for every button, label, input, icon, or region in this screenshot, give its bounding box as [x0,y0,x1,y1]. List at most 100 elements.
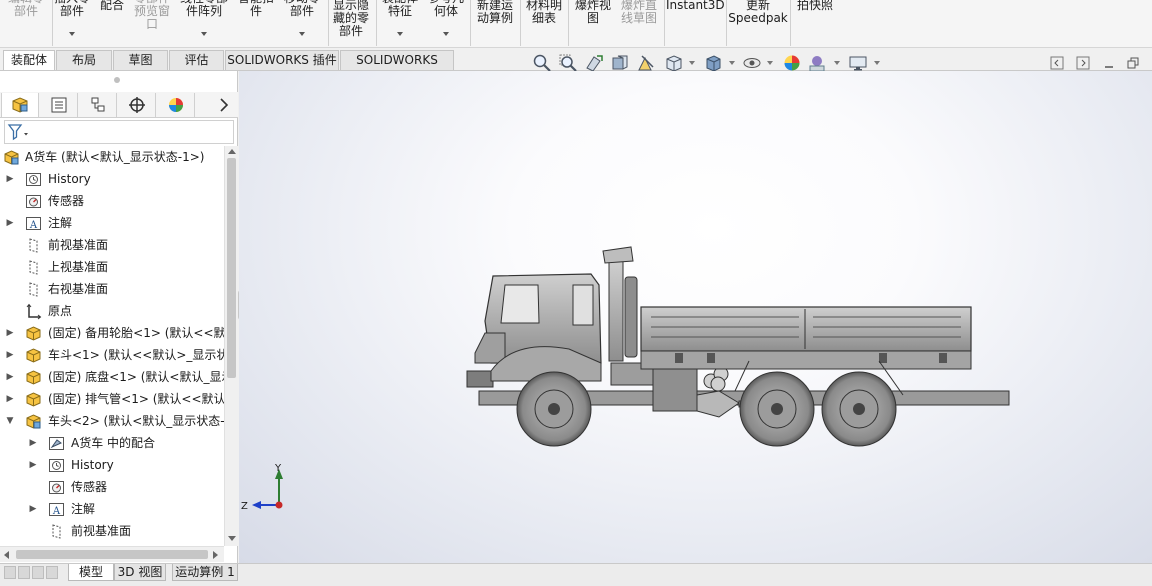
apply-scene-icon[interactable] [807,53,827,73]
tile-right-icon[interactable] [1076,56,1090,70]
tree-filter-bar[interactable] [4,120,234,144]
dynamic-annotation-views-icon[interactable] [636,53,656,73]
expand-arrow-icon[interactable]: ▶ [5,388,15,410]
tab-layout[interactable]: 布局 [56,50,112,70]
displaymanager-tab-icon[interactable] [157,93,195,117]
mate-button[interactable]: 配合 [96,0,128,12]
tab-motion-study-1[interactable]: 运动算例 1 [172,564,238,581]
tree-horizontal-scrollbar[interactable] [0,546,224,562]
tab-sketch[interactable]: 草图 [113,50,168,70]
view-orientation-icon[interactable] [664,53,684,73]
tab-assembly[interactable]: 装配体 [3,50,55,70]
explode-line-sketch-button[interactable]: 爆炸直 线草图 [616,0,662,25]
scroll-down-icon[interactable] [228,536,236,541]
previous-view-icon[interactable] [584,53,604,73]
update-speedpak-button[interactable]: 更新 Speedpak [728,0,788,25]
collapse-arrow-icon[interactable]: ▼ [5,410,15,432]
dropdown-arrow-icon[interactable] [834,61,840,65]
expand-arrow-icon[interactable]: ▶ [5,344,15,366]
tab-3d-views[interactable]: 3D 视图 [114,564,166,581]
scroll-up-icon[interactable] [228,149,236,154]
tree-vertical-scrollbar[interactable] [224,146,238,546]
dropdown-arrow-icon[interactable] [299,32,305,36]
tree-item-exhaust-pipe[interactable]: ▶ (固定) 排气管<1> (默认<<默认 [0,388,224,410]
expand-arrow-icon[interactable]: ▶ [28,498,38,520]
show-hidden-components-button[interactable]: 显示隐 藏的零 部件 [328,0,374,38]
view-settings-icon[interactable] [848,53,868,73]
propertymanager-tab-icon[interactable] [40,93,78,117]
minimize-icon[interactable] [1102,56,1116,70]
first-tab-icon[interactable] [4,566,16,579]
dropdown-arrow-icon[interactable] [729,61,735,65]
edit-component-button[interactable]: 编辑零 部件 [2,0,50,18]
tab-solidworks-addins[interactable]: SOLIDWORKS 插件 [225,50,339,70]
hide-show-items-icon[interactable] [742,53,762,73]
tree-item-front-plane[interactable]: 前视基准面 [0,234,224,256]
display-style-icon[interactable] [703,53,723,73]
expand-arrow-icon[interactable]: ▶ [28,432,38,454]
smart-fasteners-button[interactable]: 智能扣 件 [234,0,278,18]
tree-item-origin[interactable]: 原点 [0,300,224,322]
expand-arrow-icon[interactable]: ▶ [5,366,15,388]
dropdown-arrow-icon[interactable] [689,61,695,65]
graphics-area[interactable]: Y Z [239,71,1152,563]
tile-left-icon[interactable] [1050,56,1064,70]
scrollbar-thumb[interactable] [16,550,208,559]
exploded-view-button[interactable]: 爆炸视 图 [570,0,616,25]
restore-icon[interactable] [1126,56,1140,70]
filter-icon[interactable] [6,122,30,142]
tree-item-cab[interactable]: ▼ 车头<2> (默认<默认_显示状态- [0,410,224,432]
tree-item-history[interactable]: ▶ History [0,168,224,190]
expand-arrow-icon[interactable]: ▶ [5,212,15,234]
previous-tab-icon[interactable] [18,566,30,579]
assembly-features-button[interactable]: 装配体 特征 [376,0,424,36]
tree-item-front-plane-2[interactable]: 前视基准面 [0,520,224,542]
edit-appearance-icon[interactable] [782,53,802,73]
tree-item-history-2[interactable]: ▶ History [0,454,224,476]
move-component-button[interactable]: 移动零 部件 [280,0,324,36]
next-tab-icon[interactable] [32,566,44,579]
tree-item-top-plane[interactable]: 上视基准面 [0,256,224,278]
last-tab-icon[interactable] [46,566,58,579]
configurationmanager-tab-icon[interactable] [79,93,117,117]
chevron-right-icon[interactable] [210,93,238,117]
zoom-to-fit-icon[interactable] [532,53,552,73]
tree-root-assembly[interactable]: A货车 (默认<默认_显示状态-1>) [0,146,224,168]
tab-solidworks-mbd[interactable]: SOLIDWORKS MBD [340,50,454,86]
panel-grip-handle[interactable] [114,77,120,83]
expand-arrow-icon[interactable]: ▶ [28,454,38,476]
zoom-to-area-icon[interactable] [558,53,578,73]
expand-arrow-icon[interactable]: ▶ [5,168,15,190]
tree-item-chassis[interactable]: ▶ (固定) 底盘<1> (默认<默认_显示 [0,366,224,388]
take-snapshot-button[interactable]: 拍快照 [792,0,838,12]
tree-item-right-plane[interactable]: 右视基准面 [0,278,224,300]
truck-model[interactable]: Y Z [239,71,1152,563]
bill-of-materials-button[interactable]: 材料明 细表 [522,0,566,25]
component-preview-window-button[interactable]: 零部件 预览窗 口 [128,0,176,31]
scrollbar-thumb[interactable] [227,158,236,378]
new-motion-study-button[interactable]: 新建运 动算例 [472,0,518,25]
featuremanager-tab-icon[interactable] [1,93,39,117]
dropdown-arrow-icon[interactable] [443,32,449,36]
scroll-right-icon[interactable] [213,551,218,559]
insert-components-button[interactable]: 插入零 部件 [50,0,94,36]
tree-item-cargo-box[interactable]: ▶ 车斗<1> (默认<<默认>_显示状 [0,344,224,366]
dropdown-arrow-icon[interactable] [397,32,403,36]
dimxpertmanager-tab-icon[interactable] [118,93,156,117]
tree-item-sensors[interactable]: 传感器 [0,190,224,212]
dropdown-arrow-icon[interactable] [767,61,773,65]
scroll-left-icon[interactable] [4,551,9,559]
tree-item-spare-tire[interactable]: ▶ (固定) 备用轮胎<1> (默认<<默认 [0,322,224,344]
tab-evaluate[interactable]: 评估 [169,50,224,70]
reference-geometry-button[interactable]: 参考几 何体 [424,0,468,36]
section-view-icon[interactable] [610,53,630,73]
tree-item-annotations-2[interactable]: ▶ A 注解 [0,498,224,520]
expand-arrow-icon[interactable]: ▶ [5,322,15,344]
tab-model[interactable]: 模型 [68,564,114,581]
tree-item-annotations[interactable]: ▶ A 注解 [0,212,224,234]
tree-item-mates[interactable]: ▶ A货车 中的配合 [0,432,224,454]
linear-component-pattern-button[interactable]: 线性零部 件阵列 [176,0,232,36]
dropdown-arrow-icon[interactable] [69,32,75,36]
dropdown-arrow-icon[interactable] [874,61,880,65]
instant3d-button[interactable]: Instant3D [666,0,725,12]
